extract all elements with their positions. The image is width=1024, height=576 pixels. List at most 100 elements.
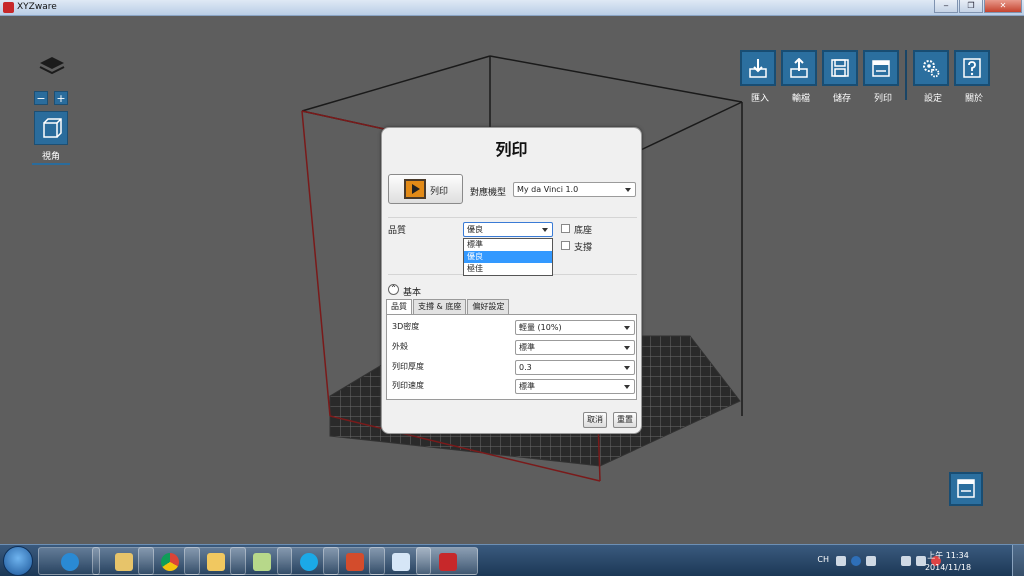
window-title: XYZware — [17, 2, 57, 12]
print-speed-label: 列印速度 — [392, 381, 424, 390]
infill-density-value: 輕量 (10%) — [519, 323, 562, 332]
import-button[interactable]: 匯入 — [740, 50, 776, 104]
view-underline — [32, 163, 70, 165]
tab-quality[interactable]: 品質 — [386, 299, 412, 314]
taskbar-ie[interactable] — [38, 547, 100, 575]
chevron-down-icon — [542, 228, 548, 232]
folder-icon — [115, 553, 133, 571]
support-label: 支撐 — [574, 243, 593, 253]
xyzware-icon — [439, 553, 457, 571]
play-icon — [404, 179, 426, 199]
quality-option-good[interactable]: 優良 — [464, 251, 552, 263]
minimize-button[interactable]: ‒ — [934, 0, 958, 13]
layers-icon[interactable] — [38, 55, 66, 77]
keyboard-icon[interactable] — [836, 556, 846, 566]
title-bar: XYZware ‒ ❐ ✕ — [0, 0, 1024, 16]
cube-icon — [43, 118, 62, 138]
support-checkbox[interactable] — [561, 241, 570, 250]
show-desktop-button[interactable] — [1012, 545, 1024, 576]
chevron-down-icon — [624, 346, 630, 350]
quality-dropdown-list: 標準 優良 極佳 — [463, 238, 553, 276]
tab-preferences[interactable]: 偏好設定 — [467, 299, 510, 314]
start-print-button[interactable]: 列印 — [388, 174, 463, 204]
tab-support-raft[interactable]: 支撐 & 底座 — [413, 299, 467, 314]
layer-height-select[interactable]: 0.3 — [515, 360, 635, 375]
save-button[interactable]: 儲存 — [822, 50, 858, 104]
restore-button[interactable]: ❐ — [959, 0, 983, 13]
shell-select[interactable]: 標準 — [515, 340, 635, 355]
clock[interactable]: 上午 11:34 2014/11/18 — [918, 550, 978, 574]
print-label: 列印 — [873, 94, 892, 104]
save-icon — [831, 59, 849, 77]
cancel-button[interactable]: 取消 — [583, 412, 607, 428]
battery-icon[interactable] — [901, 556, 911, 566]
print-speed-select[interactable]: 標準 — [515, 379, 635, 394]
internet-explorer-icon — [61, 553, 79, 571]
view-label: 視角 — [41, 152, 60, 162]
raft-checkbox[interactable] — [561, 224, 570, 233]
infill-density-select[interactable]: 輕量 (10%) — [515, 320, 635, 335]
quality-select[interactable]: 優良 — [463, 222, 553, 237]
shell-label: 外殼 — [392, 342, 408, 351]
print-button[interactable]: 列印 — [863, 50, 899, 104]
close-button[interactable]: ✕ — [984, 0, 1022, 13]
app-logo-icon — [3, 2, 14, 13]
tray-arrow-icon[interactable] — [866, 556, 876, 566]
export-icon — [790, 58, 808, 78]
settings-label: 設定 — [923, 94, 942, 104]
printer-icon — [957, 479, 975, 498]
model-select-value: My da Vinci 1.0 — [517, 185, 579, 194]
help-icon — [963, 58, 981, 78]
reset-button[interactable]: 重置 — [613, 412, 637, 428]
settings-tabs: 品質 支撐 & 底座 偏好設定 — [386, 299, 510, 314]
print-dialog: 列印 列印 對應機型 My da Vinci 1.0 品質 優良 底座 支撐 標… — [381, 127, 642, 434]
language-indicator[interactable]: CH — [817, 555, 829, 564]
basic-label: 基本 — [403, 288, 422, 298]
clock-date: 2014/11/18 — [924, 563, 972, 572]
model-label: 對應機型 — [470, 188, 507, 198]
clock-time: 上午 11:34 — [927, 551, 969, 560]
help-icon[interactable] — [851, 556, 861, 566]
layer-height-value: 0.3 — [519, 363, 532, 372]
save-label: 儲存 — [832, 94, 851, 104]
chevron-down-icon — [624, 366, 630, 370]
layers-app-icon — [346, 553, 364, 571]
chevron-down-icon — [624, 326, 630, 330]
infill-density-label: 3D密度 — [392, 322, 420, 331]
chrome-icon — [161, 553, 179, 571]
quality-option-excellent[interactable]: 極佳 — [464, 263, 552, 275]
import-icon — [749, 59, 767, 78]
export-button[interactable]: 輸檔 — [781, 50, 817, 104]
model-select[interactable]: My da Vinci 1.0 — [513, 182, 636, 197]
gear-icon — [923, 60, 940, 78]
start-print-label: 列印 — [430, 187, 449, 197]
printer-icon — [872, 60, 890, 77]
dialog-title: 列印 — [495, 140, 528, 159]
settings-button[interactable]: 設定 — [913, 50, 949, 104]
main-toolbar: 匯入 輸檔 儲存 列印 設定 關於 — [740, 50, 995, 104]
zoom-out-button[interactable]: − — [34, 91, 48, 105]
shell-value: 標準 — [519, 343, 535, 352]
mail-icon — [207, 553, 225, 571]
start-button[interactable] — [3, 546, 33, 576]
collapse-icon: ⌃ — [388, 284, 399, 295]
taskbar-xyzware[interactable] — [416, 547, 478, 575]
chevron-down-icon — [624, 385, 630, 389]
quality-tab-panel: 3D密度 輕量 (10%) 外殼 標準 列印厚度 0.3 列印速度 標準 — [386, 314, 637, 400]
paint-icon — [392, 553, 410, 571]
skype-icon — [300, 553, 318, 571]
view-button[interactable] — [34, 111, 68, 145]
chevron-down-icon — [625, 188, 631, 192]
system-tray: CH 上午 11:34 2014/11/18 — [804, 545, 1024, 576]
toolbar-separator — [905, 50, 907, 100]
print-speed-value: 標準 — [519, 382, 535, 391]
import-label: 匯入 — [750, 94, 769, 104]
quality-label: 品質 — [388, 226, 407, 236]
about-button[interactable]: 關於 — [954, 50, 990, 104]
quality-select-value: 優良 — [467, 225, 483, 234]
taskbar: CH 上午 11:34 2014/11/18 — [0, 544, 1024, 576]
zoom-in-button[interactable]: + — [54, 91, 68, 105]
print-status-button[interactable] — [949, 472, 983, 506]
raft-label: 底座 — [574, 226, 593, 236]
quality-option-standard[interactable]: 標準 — [464, 239, 552, 251]
